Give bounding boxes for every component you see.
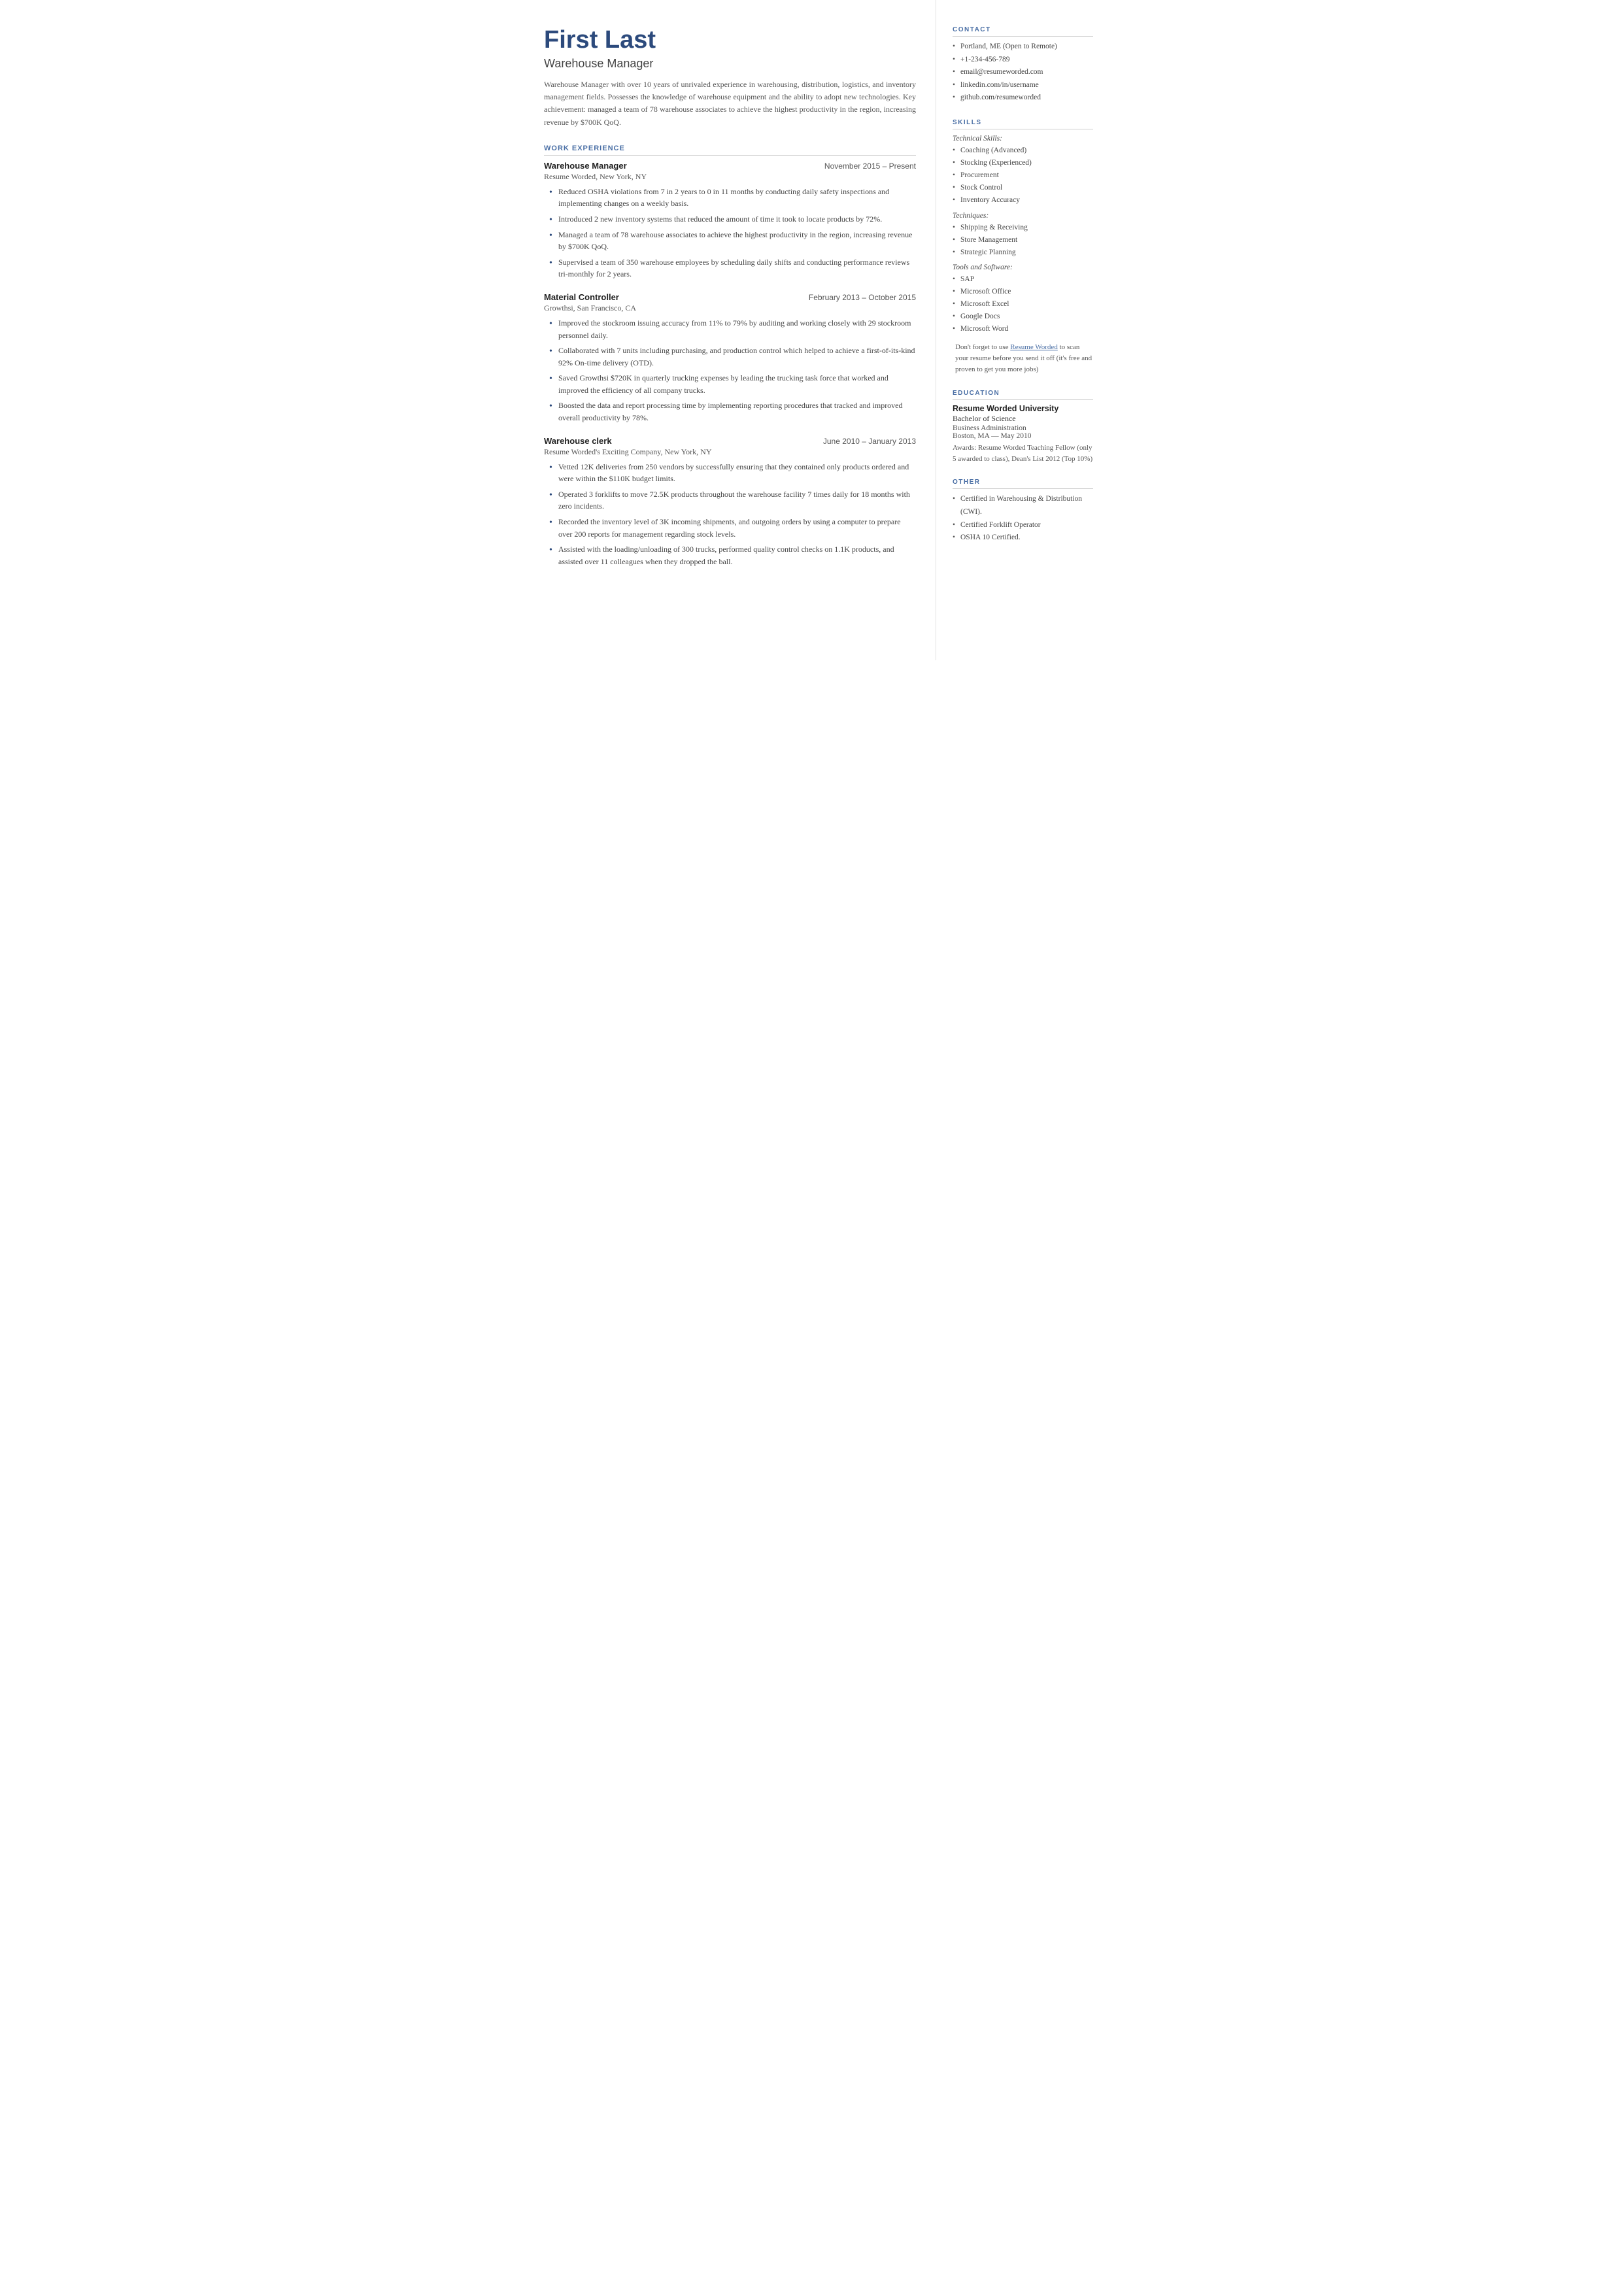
skill-item-0-1: Stocking (Experienced) bbox=[953, 157, 1093, 169]
bullet-0-2: Managed a team of 78 warehouse associate… bbox=[549, 229, 916, 253]
job-dates-0: November 2015 – Present bbox=[824, 161, 916, 171]
skill-item-1-2: Strategic Planning bbox=[953, 246, 1093, 259]
skill-list-0: Coaching (Advanced)Stocking (Experienced… bbox=[953, 144, 1093, 207]
edu-field-0: Business Administration bbox=[953, 424, 1093, 432]
job-title: Warehouse Manager bbox=[544, 57, 916, 71]
bullet-1-3: Boosted the data and report processing t… bbox=[549, 399, 916, 424]
bullet-2-3: Assisted with the loading/unloading of 3… bbox=[549, 543, 916, 567]
contact-item-1: +1-234-456-789 bbox=[953, 54, 1093, 67]
jobs-container: Warehouse Manager November 2015 – Present… bbox=[544, 161, 916, 568]
bullet-2-2: Recorded the inventory level of 3K incom… bbox=[549, 516, 916, 540]
skills-container: Technical Skills:Coaching (Advanced)Stoc… bbox=[953, 135, 1093, 336]
contact-item-2: email@resumeworded.com bbox=[953, 66, 1093, 79]
job-block-2: Warehouse clerkJune 2010 – January 2013R… bbox=[544, 436, 916, 568]
summary-text: Warehouse Manager with over 10 years of … bbox=[544, 78, 916, 129]
job-block-0: Warehouse Manager November 2015 – Present… bbox=[544, 161, 916, 280]
skill-item-2-1: Microsoft Office bbox=[953, 286, 1093, 298]
edu-block-0: Resume Worded UniversityBachelor of Scie… bbox=[953, 404, 1093, 464]
contact-section: CONTACT Portland, ME (Open to Remote)+1-… bbox=[953, 26, 1093, 105]
other-item-2: OSHA 10 Certified. bbox=[953, 531, 1093, 545]
skill-item-1-1: Store Management bbox=[953, 234, 1093, 246]
other-header: OTHER bbox=[953, 479, 1093, 489]
right-column: CONTACT Portland, ME (Open to Remote)+1-… bbox=[936, 0, 1106, 660]
bullet-1-2: Saved Growthsi $720K in quarterly trucki… bbox=[549, 372, 916, 396]
job-bullets-0: Reduced OSHA violations from 7 in 2 year… bbox=[544, 186, 916, 280]
promo-before: Don't forget to use bbox=[955, 343, 1010, 351]
skill-item-1-0: Shipping & Receiving bbox=[953, 222, 1093, 234]
skill-item-2-3: Google Docs bbox=[953, 311, 1093, 323]
job-title-0: Warehouse Manager bbox=[544, 161, 627, 171]
skills-section: SKILLS Technical Skills:Coaching (Advanc… bbox=[953, 119, 1093, 376]
edu-school-0: Resume Worded University bbox=[953, 404, 1093, 413]
other-item-1: Certified Forklift Operator bbox=[953, 519, 1093, 532]
education-section: EDUCATION Resume Worded UniversityBachel… bbox=[953, 390, 1093, 464]
skills-header: SKILLS bbox=[953, 119, 1093, 129]
skill-category-1: Techniques: bbox=[953, 212, 1093, 220]
skill-item-0-0: Coaching (Advanced) bbox=[953, 144, 1093, 157]
job-header-2: Warehouse clerk June 2010 – January 2013 bbox=[544, 436, 916, 446]
bullet-0-0: Reduced OSHA violations from 7 in 2 year… bbox=[549, 186, 916, 210]
bullet-0-1: Introduced 2 new inventory systems that … bbox=[549, 213, 916, 226]
edu-degree-0: Bachelor of Science bbox=[953, 414, 1093, 424]
job-company-1: Growthsi, San Francisco, CA bbox=[544, 303, 916, 313]
skill-item-2-2: Microsoft Excel bbox=[953, 298, 1093, 311]
job-company-2: Resume Worded's Exciting Company, New Yo… bbox=[544, 447, 916, 457]
other-list: Certified in Warehousing & Distribution … bbox=[953, 493, 1093, 544]
bullet-1-1: Collaborated with 7 units including purc… bbox=[549, 345, 916, 369]
skill-list-2: SAPMicrosoft OfficeMicrosoft ExcelGoogle… bbox=[953, 273, 1093, 335]
promo-text: Don't forget to use Resume Worded to sca… bbox=[953, 342, 1093, 375]
job-header-1: Material Controller February 2013 – Octob… bbox=[544, 292, 916, 302]
skill-item-2-0: SAP bbox=[953, 273, 1093, 286]
skill-category-2: Tools and Software: bbox=[953, 263, 1093, 271]
left-column: First Last Warehouse Manager Warehouse M… bbox=[518, 0, 936, 660]
skill-item-2-4: Microsoft Word bbox=[953, 323, 1093, 335]
full-name: First Last bbox=[544, 26, 916, 54]
skill-item-0-2: Procurement bbox=[953, 169, 1093, 182]
work-experience-header: WORK EXPERIENCE bbox=[544, 144, 916, 156]
job-bullets-2: Vetted 12K deliveries from 250 vendors b… bbox=[544, 461, 916, 568]
resume-page: First Last Warehouse Manager Warehouse M… bbox=[518, 0, 1106, 660]
education-container: Resume Worded UniversityBachelor of Scie… bbox=[953, 404, 1093, 464]
contact-item-0: Portland, ME (Open to Remote) bbox=[953, 41, 1093, 54]
skill-item-0-4: Inventory Accuracy bbox=[953, 194, 1093, 207]
job-title-2: Warehouse clerk bbox=[544, 436, 612, 446]
bullet-1-0: Improved the stockroom issuing accuracy … bbox=[549, 317, 916, 341]
education-header: EDUCATION bbox=[953, 390, 1093, 400]
job-dates-1: February 2013 – October 2015 bbox=[809, 293, 916, 302]
other-section: OTHER Certified in Warehousing & Distrib… bbox=[953, 479, 1093, 544]
job-header-0: Warehouse Manager November 2015 – Present bbox=[544, 161, 916, 171]
job-dates-2: June 2010 – January 2013 bbox=[823, 437, 916, 446]
job-bullets-1: Improved the stockroom issuing accuracy … bbox=[544, 317, 916, 424]
contact-header: CONTACT bbox=[953, 26, 1093, 37]
job-block-1: Material Controller February 2013 – Octob… bbox=[544, 292, 916, 424]
contact-list: Portland, ME (Open to Remote)+1-234-456-… bbox=[953, 41, 1093, 105]
skill-item-0-3: Stock Control bbox=[953, 182, 1093, 194]
job-company-0: Resume Worded, New York, NY bbox=[544, 172, 916, 182]
skill-category-0: Technical Skills: bbox=[953, 135, 1093, 143]
promo-link[interactable]: Resume Worded bbox=[1010, 343, 1058, 351]
other-item-0: Certified in Warehousing & Distribution … bbox=[953, 493, 1093, 518]
job-title-1: Material Controller bbox=[544, 292, 619, 302]
edu-location-0: Boston, MA — May 2010 bbox=[953, 432, 1093, 440]
bullet-2-0: Vetted 12K deliveries from 250 vendors b… bbox=[549, 461, 916, 485]
bullet-0-3: Supervised a team of 350 warehouse emplo… bbox=[549, 256, 916, 280]
edu-awards-0: Awards: Resume Worded Teaching Fellow (o… bbox=[953, 443, 1093, 464]
contact-item-3: linkedin.com/in/username bbox=[953, 79, 1093, 92]
skill-list-1: Shipping & ReceivingStore ManagementStra… bbox=[953, 222, 1093, 259]
bullet-2-1: Operated 3 forklifts to move 72.5K produ… bbox=[549, 488, 916, 513]
contact-item-4: github.com/resumeworded bbox=[953, 92, 1093, 105]
